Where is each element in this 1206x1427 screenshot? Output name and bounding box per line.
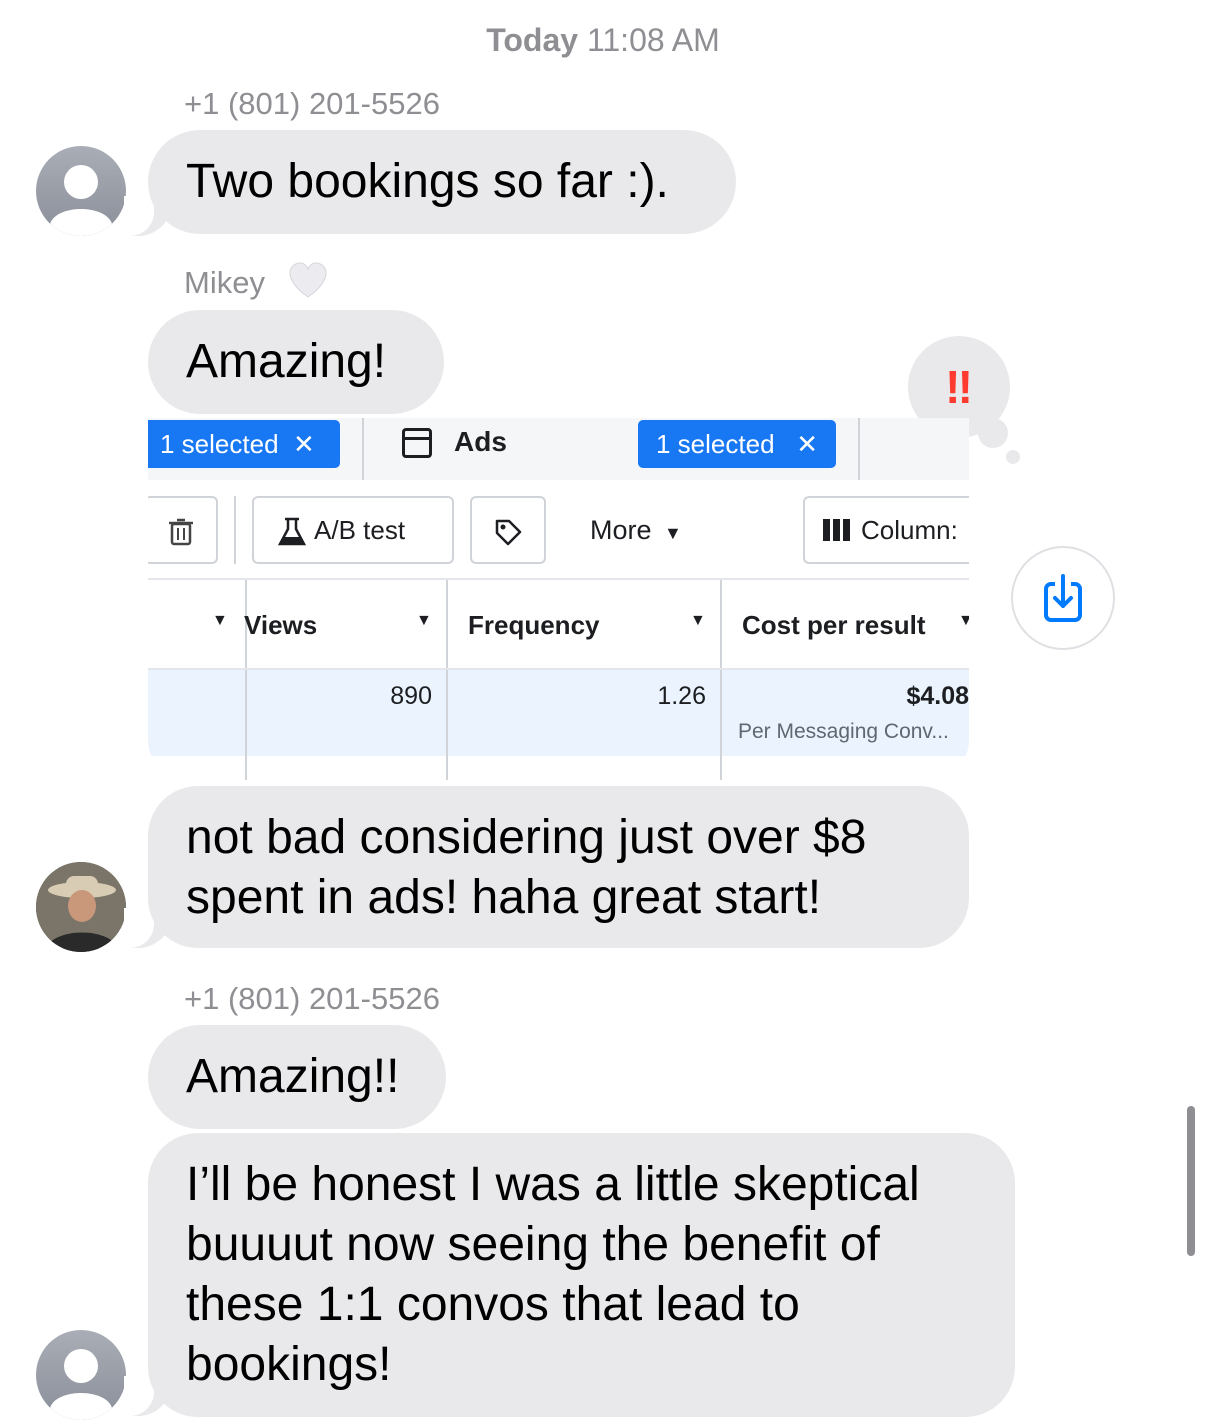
message-text-line: these 1:1 convos that lead to <box>186 1278 800 1331</box>
tag-button[interactable] <box>470 496 546 564</box>
sort-caret-icon[interactable]: ▼ <box>958 612 969 630</box>
sender-name: Mikey <box>184 265 265 300</box>
ab-test-button[interactable]: A/B test <box>252 496 454 564</box>
person-icon <box>50 165 112 236</box>
message-text: Amazing!! <box>186 1050 400 1103</box>
timestamp-time: 11:08 AM <box>586 22 720 58</box>
avatar-default[interactable] <box>36 146 126 236</box>
window-icon <box>402 428 432 458</box>
message-text: Amazing! <box>186 335 387 388</box>
message-bubble[interactable]: I’ll be honest I was a little skeptical … <box>148 1133 1015 1417</box>
selection-chip[interactable]: 1 selected ✕ <box>148 420 340 468</box>
cell-cost-subtext: Per Messaging Conv... <box>738 720 949 743</box>
columns-label: Column: <box>861 515 958 545</box>
close-icon: ✕ <box>781 429 818 459</box>
divider <box>362 418 364 480</box>
sender-name: +1 (801) 201-5526 <box>184 86 440 121</box>
message-text-line: not bad considering just over $8 <box>186 811 867 864</box>
ab-test-label: A/B test <box>314 515 406 545</box>
chip-label: 1 selected <box>656 429 775 459</box>
divider <box>858 418 860 480</box>
message-text-line: buuuut now seeing the benefit of <box>186 1218 880 1271</box>
sort-caret-icon[interactable]: ▼ <box>416 612 432 630</box>
download-icon <box>1044 574 1082 622</box>
selection-chip[interactable]: 1 selected ✕ <box>638 420 836 468</box>
divider <box>148 578 969 580</box>
caret-down-icon: ▼ <box>659 523 682 543</box>
message-text-line: spent in ads! haha great start! <box>186 871 822 924</box>
timestamp: Today 11:08 AM <box>0 22 1206 59</box>
message-bubble[interactable]: Two bookings so far :). <box>148 130 736 234</box>
more-label: More <box>590 515 652 545</box>
heart-icon <box>288 261 328 306</box>
chip-label: 1 selected <box>160 429 279 459</box>
column-divider <box>720 670 722 756</box>
divider <box>234 496 236 564</box>
columns-icon <box>823 500 851 564</box>
person-icon <box>50 1349 112 1420</box>
col-header-frequency[interactable]: Frequency <box>468 610 600 641</box>
column-divider <box>245 670 247 756</box>
flask-icon <box>277 517 307 546</box>
double-exclamation-icon: ‼ <box>945 361 973 413</box>
timestamp-day: Today <box>486 22 579 58</box>
sort-caret-icon[interactable]: ▼ <box>690 612 706 630</box>
close-icon: ✕ <box>285 429 315 459</box>
column-divider <box>446 670 448 756</box>
message-text-line: I’ll be honest I was a little skeptical <box>186 1158 920 1211</box>
more-button[interactable]: More ▼ <box>590 498 682 565</box>
columns-button[interactable]: Column: <box>803 496 969 564</box>
trash-icon <box>169 518 193 546</box>
person-photo-icon <box>36 862 126 952</box>
cell-cost: $4.08 <box>906 682 969 710</box>
avatar-default[interactable] <box>36 1330 126 1420</box>
message-bubble[interactable]: Amazing!! <box>148 1025 446 1129</box>
delete-button[interactable] <box>148 496 218 564</box>
cell-views: 890 <box>390 682 432 710</box>
cell-frequency: 1.26 <box>657 682 706 710</box>
reaction-tail-dot <box>978 418 1008 448</box>
ads-tab-label[interactable]: Ads <box>454 426 507 458</box>
col-header-cost[interactable]: Cost per result <box>742 610 926 641</box>
message-bubble[interactable]: not bad considering just over $8 spent i… <box>148 786 969 948</box>
col-header-views[interactable]: Views <box>244 610 317 641</box>
message-bubble[interactable]: Amazing! <box>148 310 444 414</box>
sort-caret-icon[interactable]: ▼ <box>212 612 228 630</box>
sender-name: +1 (801) 201-5526 <box>184 981 440 1016</box>
tag-icon <box>495 519 522 546</box>
save-image-button[interactable] <box>1011 546 1115 650</box>
message-text-line: bookings! <box>186 1338 392 1391</box>
scrollbar[interactable] <box>1187 1106 1195 1256</box>
reaction-tail-dot-small <box>1006 450 1020 464</box>
avatar-photo[interactable] <box>36 862 126 952</box>
message-text: Two bookings so far :). <box>186 155 669 208</box>
image-attachment[interactable]: 1 selected ✕ Ads 1 selected ✕ A/B test M… <box>148 418 969 780</box>
